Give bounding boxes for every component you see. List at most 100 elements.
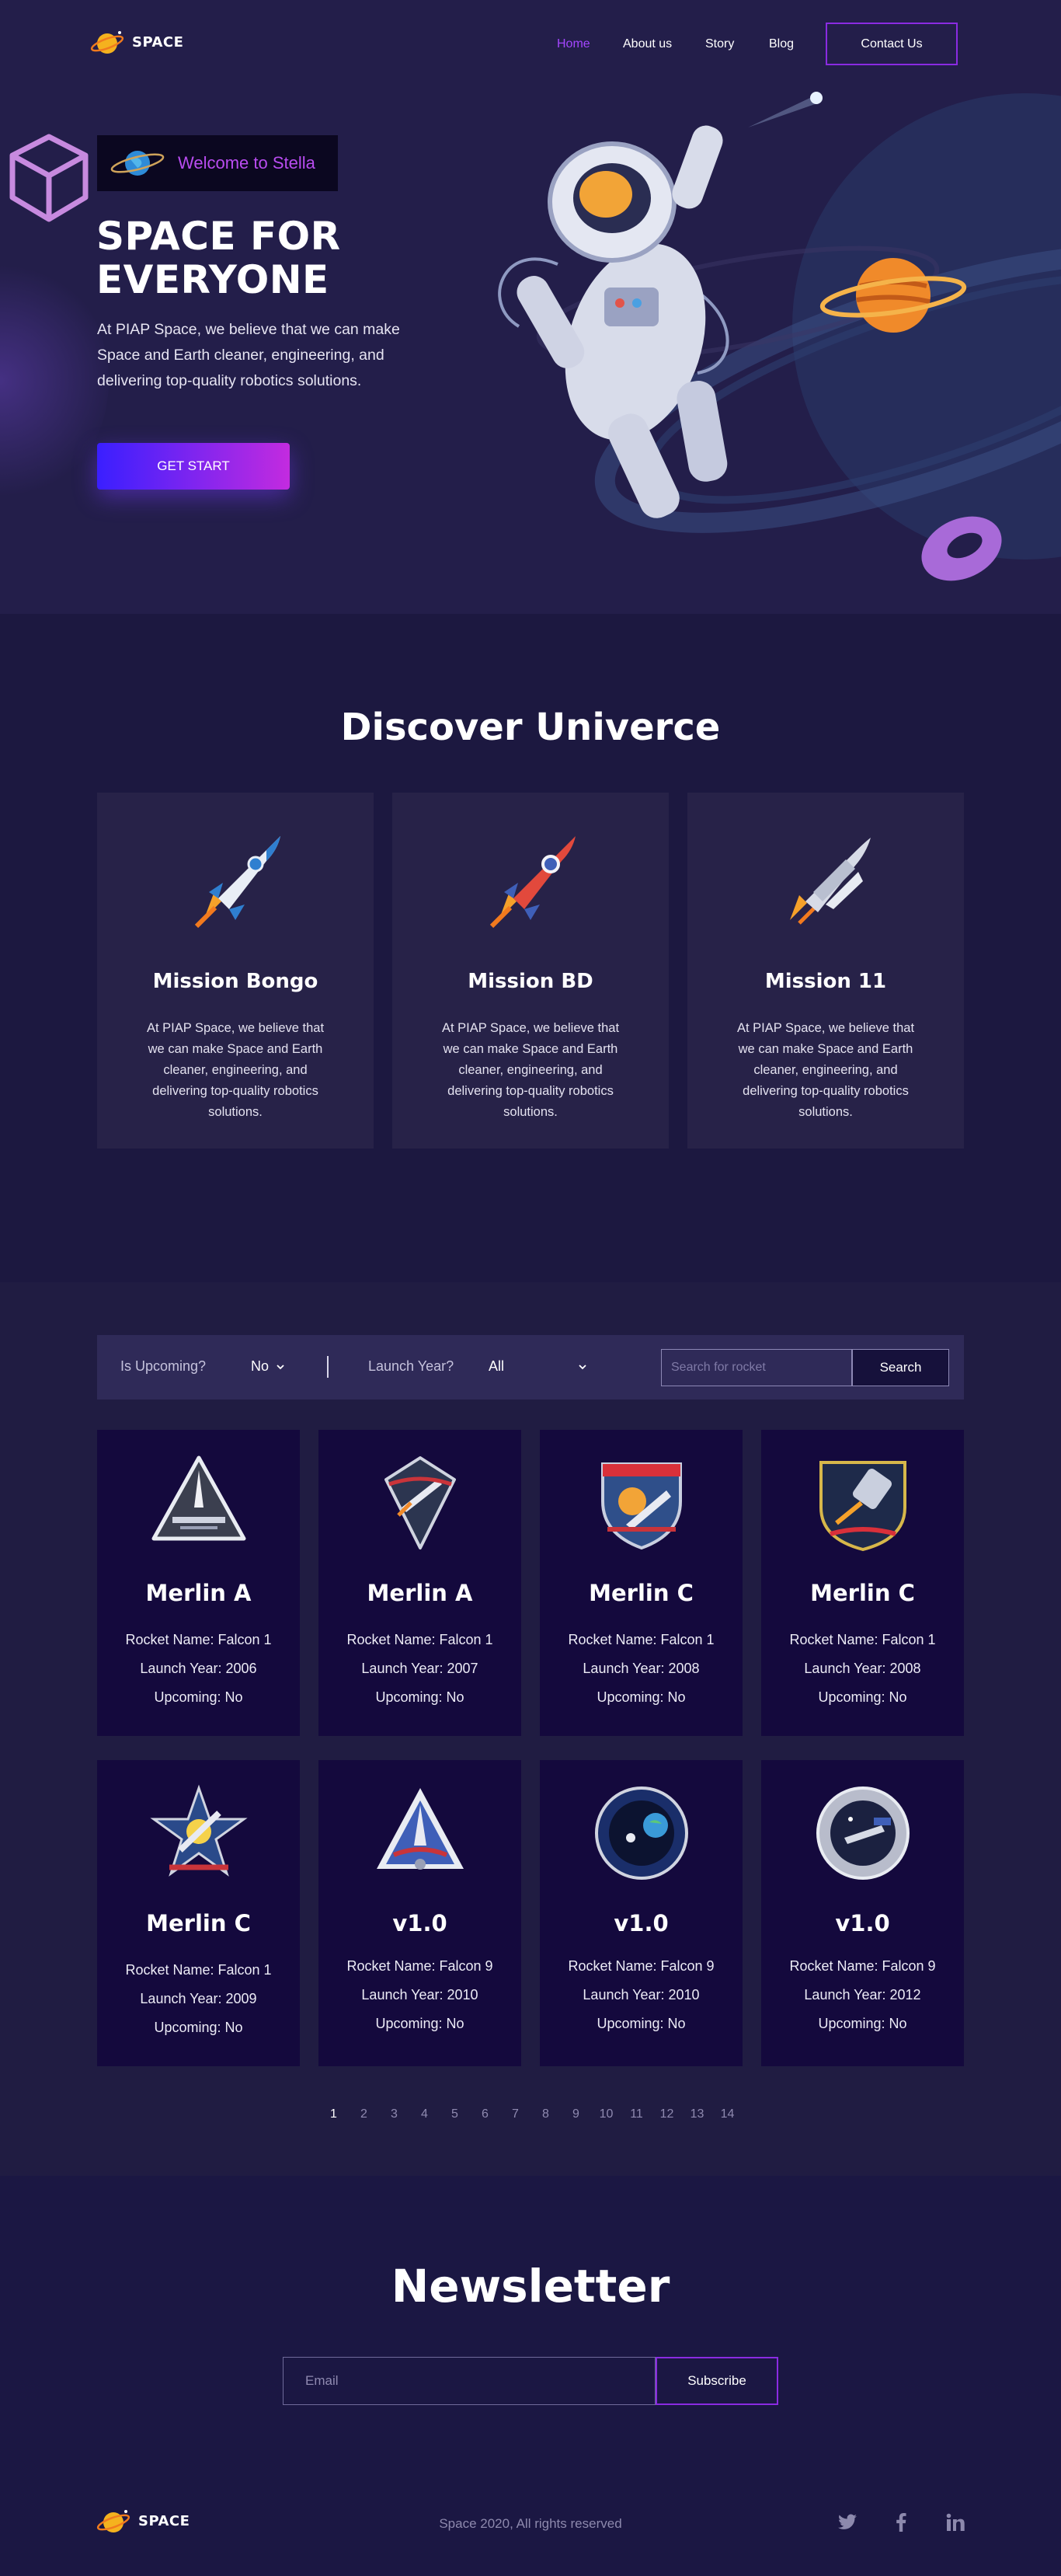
upcoming-status: Upcoming: No — [818, 2016, 907, 2031]
mission-description: At PIAP Space, we believe that we can ma… — [736, 1021, 915, 1119]
hero-title-line1: SPACE FOR — [96, 214, 341, 259]
mission-card[interactable]: Mission Bongo At PIAP Space, we believe … — [97, 793, 374, 1149]
nav-home[interactable]: Home — [557, 37, 590, 51]
rocket-title: Merlin A — [145, 1580, 252, 1606]
mission-card[interactable]: Mission 11 At PIAP Space, we believe tha… — [687, 793, 964, 1149]
mission-title: Mission Bongo — [152, 970, 318, 993]
hero-title-line2: EVERYONE — [96, 257, 329, 302]
pagination: 1 2 3 4 5 6 7 8 9 10 11 12 13 14 — [0, 2107, 1061, 2121]
rocket-card[interactable]: Merlin A Rocket Name: Falcon 1 Launch Ye… — [97, 1430, 300, 1736]
filter-divider — [327, 1356, 329, 1378]
rocket-card[interactable]: v1.0 Rocket Name: Falcon 9 Launch Year: … — [318, 1760, 521, 2066]
rocket-details: Rocket Name: Falcon 1 Launch Year: 2008 … — [777, 1626, 948, 1712]
page-link[interactable]: 2 — [349, 2107, 379, 2121]
upcoming-status: Upcoming: No — [375, 2016, 464, 2031]
mission-title: Mission 11 — [764, 970, 887, 993]
rocket-title: v1.0 — [392, 1910, 447, 1936]
page-link[interactable]: 8 — [530, 2107, 561, 2121]
page-link[interactable]: 9 — [561, 2107, 591, 2121]
rocket-details: Rocket Name: Falcon 9 Launch Year: 2010 … — [555, 1956, 727, 2042]
page-link[interactable]: 3 — [379, 2107, 409, 2121]
rocket-title: Merlin A — [367, 1580, 473, 1606]
brand-name: SPACE — [132, 33, 184, 51]
rocket-card[interactable]: Merlin C Rocket Name: Falcon 1 Launch Ye… — [761, 1430, 964, 1736]
hero-glow — [0, 256, 109, 505]
mission-description: At PIAP Space, we believe that we can ma… — [146, 1021, 325, 1119]
falcon-satellite-patch-icon — [819, 1461, 906, 1552]
linkedin-icon[interactable] — [940, 2507, 971, 2538]
rocket-title: Merlin C — [146, 1910, 251, 1936]
page-link[interactable]: 1 — [318, 2107, 349, 2121]
falcon-diamond-patch-icon — [384, 1456, 456, 1549]
rocket-details: Rocket Name: Falcon 1 Launch Year: 2006 … — [113, 1626, 284, 1712]
rocket-name: Rocket Name: Falcon 1 — [789, 1632, 936, 1647]
page-link[interactable]: 6 — [470, 2107, 500, 2121]
welcome-badge: Welcome to Stella — [97, 135, 338, 191]
rocket-name: Rocket Name: Falcon 1 — [568, 1632, 715, 1647]
falcon-shield-patch-icon — [600, 1462, 682, 1550]
rocket-details: Rocket Name: Falcon 1 Launch Year: 2009 … — [113, 1956, 284, 2042]
brand-logo[interactable]: SPACE — [90, 26, 183, 58]
nav-blog[interactable]: Blog — [769, 37, 794, 51]
rocket-details: Rocket Name: Falcon 1 Launch Year: 2008 … — [555, 1626, 727, 1712]
rocket-card[interactable]: Merlin C Rocket Name: Falcon 1 Launch Ye… — [540, 1430, 743, 1736]
falcon-star-patch-icon — [149, 1784, 248, 1877]
hero-section: SPACE Home About us Story Blog Contact U… — [0, 0, 1061, 614]
cube-icon — [9, 134, 89, 222]
page-link[interactable]: 11 — [621, 2107, 652, 2121]
twitter-icon[interactable] — [832, 2507, 863, 2538]
falcon9-triangle-patch-icon — [376, 1788, 464, 1870]
page-link[interactable]: 13 — [682, 2107, 712, 2121]
page-link[interactable]: 4 — [409, 2107, 440, 2121]
page-link[interactable]: 7 — [500, 2107, 530, 2121]
rocket-title: Merlin C — [810, 1580, 915, 1606]
chevron-down-icon — [277, 1364, 284, 1369]
get-start-button[interactable]: GET START — [97, 443, 290, 490]
rocket-search-input[interactable] — [661, 1349, 852, 1386]
launch-year: Launch Year: 2008 — [583, 1661, 700, 1676]
upcoming-status: Upcoming: No — [375, 1689, 464, 1705]
rocket-name: Rocket Name: Falcon 1 — [346, 1632, 493, 1647]
facebook-icon[interactable] — [885, 2507, 917, 2538]
page-link[interactable]: 12 — [652, 2107, 682, 2121]
logo-planet-icon — [90, 31, 124, 54]
nav-about-us[interactable]: About us — [623, 37, 672, 51]
mission-card[interactable]: Mission BD At PIAP Space, we believe tha… — [392, 793, 669, 1149]
email-input[interactable] — [283, 2357, 656, 2405]
cots-round-patch-icon — [594, 1786, 688, 1880]
page-link[interactable]: 10 — [591, 2107, 621, 2121]
mission-title: Mission BD — [468, 970, 593, 993]
chevron-down-icon — [579, 1364, 586, 1369]
subscribe-button[interactable]: Subscribe — [656, 2357, 778, 2405]
rocket-card[interactable]: v1.0 Rocket Name: Falcon 9 Launch Year: … — [540, 1760, 743, 2066]
rocket-name: Rocket Name: Falcon 9 — [346, 1958, 493, 1974]
rocket-title: v1.0 — [614, 1910, 669, 1936]
launch-year-value: All — [489, 1358, 505, 1374]
upcoming-status: Upcoming: No — [597, 2016, 686, 2031]
rocket-title: v1.0 — [835, 1910, 890, 1936]
rocket-red-icon — [489, 836, 576, 929]
upcoming-select[interactable]: No — [251, 1358, 284, 1375]
rocket-blue-icon — [194, 836, 280, 929]
contact-us-button[interactable]: Contact Us — [826, 23, 958, 65]
welcome-text: Welcome to Stella — [178, 153, 315, 173]
rocket-name: Rocket Name: Falcon 9 — [568, 1958, 715, 1974]
rocket-name: Rocket Name: Falcon 1 — [125, 1962, 272, 1978]
filter-bar: Is Upcoming? No Launch Year? All Search — [97, 1335, 964, 1400]
falcon-first-flight-patch-icon — [151, 1455, 245, 1541]
launch-year-select[interactable]: All — [489, 1358, 586, 1375]
rocket-card[interactable]: Merlin A Rocket Name: Falcon 1 Launch Ye… — [318, 1430, 521, 1736]
rocket-card[interactable]: v1.0 Rocket Name: Falcon 9 Launch Year: … — [761, 1760, 964, 2066]
nav-story[interactable]: Story — [705, 37, 734, 51]
launch-year-label: Launch Year? — [368, 1358, 454, 1374]
newsletter-section: Newsletter Subscribe SPACE Space 2020, A… — [0, 2176, 1061, 2576]
upcoming-status: Upcoming: No — [818, 1689, 907, 1705]
page-link[interactable]: 14 — [712, 2107, 743, 2121]
page-link[interactable]: 5 — [440, 2107, 470, 2121]
rocket-card[interactable]: Merlin C Rocket Name: Falcon 1 Launch Ye… — [97, 1760, 300, 2066]
torus-ring-icon — [921, 516, 1002, 581]
launch-year: Launch Year: 2007 — [361, 1661, 478, 1676]
rocket-name: Rocket Name: Falcon 1 — [125, 1632, 272, 1647]
search-button[interactable]: Search — [852, 1349, 949, 1386]
space-shuttle-icon — [790, 838, 871, 925]
